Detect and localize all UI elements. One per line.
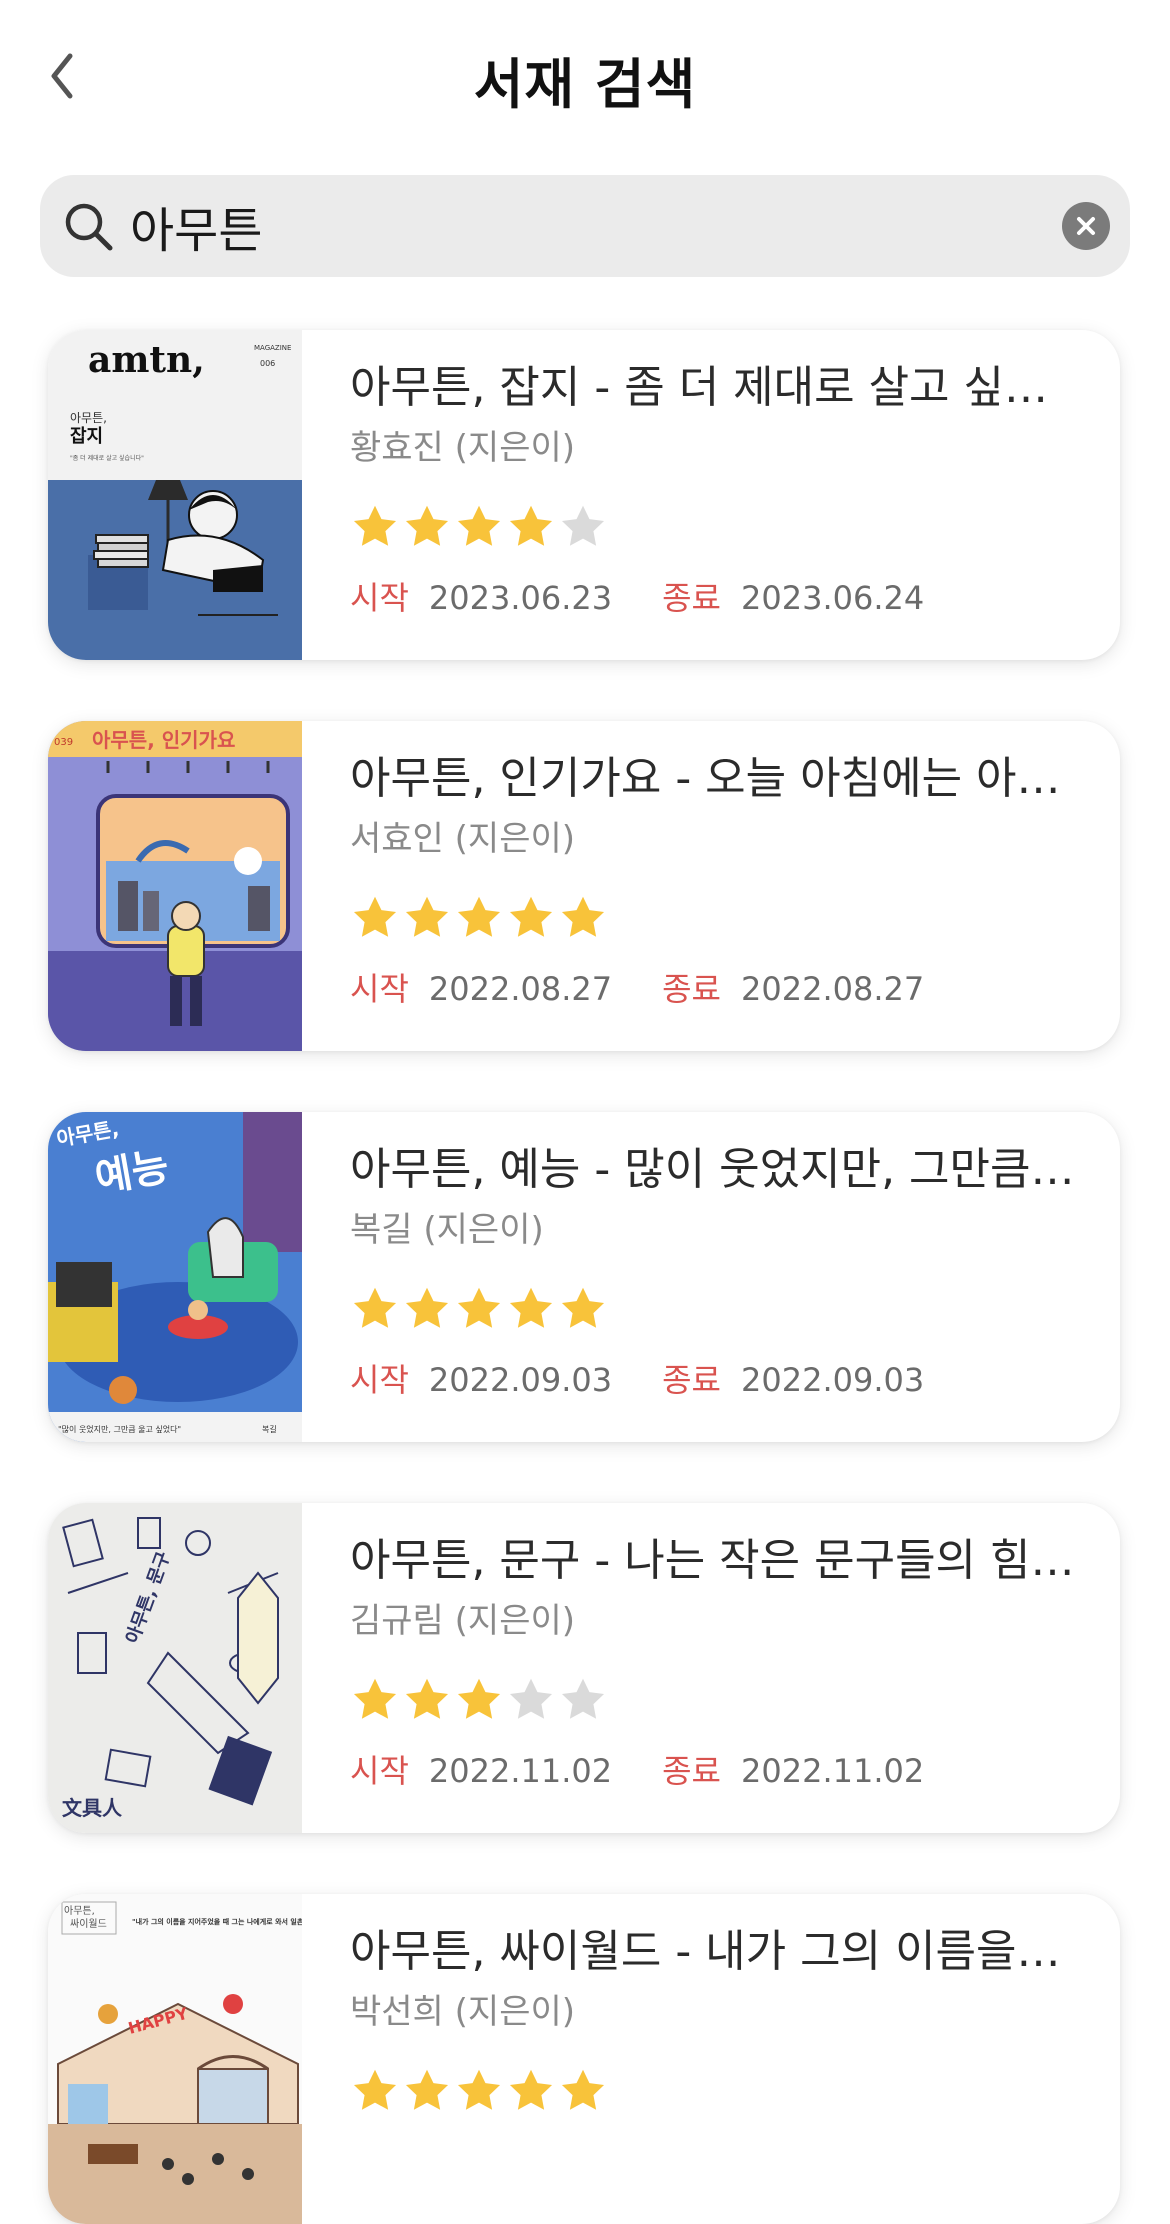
start-date: 2022.11.02 <box>428 1752 613 1790</box>
cover-quote: "좀 더 제대로 살고 싶습니다" <box>70 454 144 462</box>
book-title: 아무튼, 인기가요 - 오늘 아침에는 아… <box>350 753 1061 804</box>
cover-big-title: 잡지 <box>70 426 103 447</box>
book-card[interactable]: 아무튼, 문구 文具人 아무튼, 문구 - 나는 작은 문구들의 힘… 김규림 … <box>48 1503 1120 1833</box>
cover-sub: MAGAZINE <box>254 344 291 352</box>
star-filled-icon <box>509 2069 553 2110</box>
star-rating <box>350 1284 1090 1334</box>
book-title: 아무튼, 싸이월드 - 내가 그의 이름을… <box>350 1926 1061 1977</box>
star-filled-icon <box>405 1678 449 1719</box>
cover-small-title: 아무튼, <box>70 411 107 425</box>
star-filled-icon <box>509 505 553 546</box>
reading-dates: 시작 2022.11.02 종료 2022.11.02 <box>350 1749 1090 1793</box>
star-filled-icon <box>509 1287 553 1328</box>
cover-author: 복길 <box>262 1425 277 1434</box>
star-filled-icon <box>353 1678 397 1719</box>
cover-quote: "많이 웃었지만, 그만큼 울고 싶었다" <box>58 1424 181 1434</box>
book-author: 서효인 (지은이) <box>350 819 576 859</box>
search-bar <box>40 175 1130 277</box>
end-date: 2022.08.27 <box>741 970 925 1008</box>
star-rating <box>350 502 1090 552</box>
star-filled-icon <box>457 505 501 546</box>
book-cover-image: 아무튼, 예능 "많이 웃었지만, 그만큼 울고 싶었다" 복길 <box>48 1112 302 1442</box>
star-filled-icon <box>561 1287 605 1328</box>
star-empty-icon <box>509 1678 553 1719</box>
book-card[interactable]: 아무튼, 예능 "많이 웃었지만, 그만큼 울고 싶었다" 복길 아무튼, 예능… <box>48 1112 1120 1442</box>
book-author: 박선희 (지은이) <box>350 1992 576 2032</box>
end-date: 2022.11.02 <box>741 1752 925 1790</box>
book-info: 아무튼, 싸이월드 - 내가 그의 이름을… 박선희 (지은이) <box>350 1920 1090 2116</box>
reading-dates: 시작 2022.08.27 종료 2022.08.27 <box>350 967 1090 1011</box>
star-filled-icon <box>457 896 501 937</box>
book-info: 아무튼, 인기가요 - 오늘 아침에는 아… 서효인 (지은이) 시작 2022.… <box>350 747 1090 1011</box>
star-filled-icon <box>353 1287 397 1328</box>
book-author: 김규림 (지은이) <box>350 1601 576 1641</box>
star-filled-icon <box>353 2069 397 2110</box>
cover-label: 아무튼, 인기가요 <box>92 728 235 752</box>
header: 서재 검색 <box>0 0 1170 150</box>
star-filled-icon <box>561 896 605 937</box>
star-filled-icon <box>353 505 397 546</box>
book-title: 아무튼, 문구 - 나는 작은 문구들의 힘… <box>350 1535 1075 1586</box>
book-author: 황효진 (지은이) <box>350 428 576 468</box>
star-rating <box>350 2066 1090 2116</box>
start-date: 2022.08.27 <box>428 970 613 1008</box>
page-title: 서재 검색 <box>473 53 697 116</box>
star-filled-icon <box>405 2069 449 2110</box>
book-card[interactable]: amtn, MAGAZINE 006 아무튼, 잡지 "좀 더 제대로 살고 싶… <box>48 330 1120 660</box>
end-label: 종료 <box>662 1752 721 1790</box>
book-card[interactable]: 039 아무튼, 인기가요 아무튼, 인기가요 - 오늘 아침에는 아… 서효인… <box>48 721 1120 1051</box>
reading-dates: 시작 2022.09.03 종료 2022.09.03 <box>350 1358 1090 1402</box>
reading-dates: 시작 2023.06.23 종료 2023.06.24 <box>350 576 1090 620</box>
star-filled-icon <box>509 896 553 937</box>
book-title: 아무튼, 예능 - 많이 웃었지만, 그만큼… <box>350 1144 1075 1195</box>
book-info: 아무튼, 잡지 - 좀 더 제대로 살고 싶… 황효진 (지은이) 시작 2023… <box>350 356 1090 620</box>
end-date: 2022.09.03 <box>741 1361 925 1399</box>
clear-icon <box>1077 217 1095 235</box>
start-label: 시작 <box>350 579 409 617</box>
cover-num: 006 <box>260 359 275 368</box>
end-label: 종료 <box>662 970 721 1008</box>
star-filled-icon <box>457 2069 501 2110</box>
end-label: 종료 <box>662 1361 721 1399</box>
clear-search-button[interactable] <box>1062 202 1110 250</box>
cover-brand: amtn, <box>88 339 205 381</box>
search-input[interactable] <box>130 198 1010 254</box>
book-cover-image: amtn, MAGAZINE 006 아무튼, 잡지 "좀 더 제대로 살고 싶… <box>48 330 302 660</box>
star-filled-icon <box>457 1287 501 1328</box>
book-info: 아무튼, 예능 - 많이 웃었지만, 그만큼… 복길 (지은이) 시작 2022.… <box>350 1138 1090 1402</box>
star-filled-icon <box>405 896 449 937</box>
cover-quote: "내가 그의 이름을 지어주었을 때 그는 나에게로 와서 일촌이 되었다" <box>132 1917 302 1926</box>
cover-brand: 文具人 <box>62 1796 123 1820</box>
star-rating <box>350 893 1090 943</box>
star-filled-icon <box>353 896 397 937</box>
search-icon <box>65 203 113 251</box>
cover-small-title: 아무튼, <box>64 1905 95 1917</box>
star-filled-icon <box>405 1287 449 1328</box>
star-filled-icon <box>561 2069 605 2110</box>
star-empty-icon <box>561 1678 605 1719</box>
start-date: 2022.09.03 <box>428 1361 613 1399</box>
star-filled-icon <box>405 505 449 546</box>
star-filled-icon <box>457 1678 501 1719</box>
cover-num: 039 <box>54 737 73 748</box>
book-cover-image: 아무튼, 싸이월드 "내가 그의 이름을 지어주었을 때 그는 나에게로 와서 … <box>48 1894 302 2224</box>
end-date: 2023.06.24 <box>741 579 925 617</box>
book-card[interactable]: 아무튼, 싸이월드 "내가 그의 이름을 지어주었을 때 그는 나에게로 와서 … <box>48 1894 1120 2224</box>
start-date: 2023.06.23 <box>428 579 613 617</box>
book-cover-image: 아무튼, 문구 文具人 <box>48 1503 302 1833</box>
star-rating <box>350 1675 1090 1725</box>
star-empty-icon <box>561 505 605 546</box>
start-label: 시작 <box>350 1361 409 1399</box>
book-title: 아무튼, 잡지 - 좀 더 제대로 살고 싶… <box>350 362 1049 413</box>
cover-label: 싸이월드 <box>70 1918 107 1930</box>
book-author: 복길 (지은이) <box>350 1210 544 1250</box>
book-cover-image: 039 아무튼, 인기가요 <box>48 721 302 1051</box>
start-label: 시작 <box>350 1752 409 1790</box>
start-label: 시작 <box>350 970 409 1008</box>
book-info: 아무튼, 문구 - 나는 작은 문구들의 힘… 김규림 (지은이) 시작 2022… <box>350 1529 1090 1793</box>
end-label: 종료 <box>662 579 721 617</box>
